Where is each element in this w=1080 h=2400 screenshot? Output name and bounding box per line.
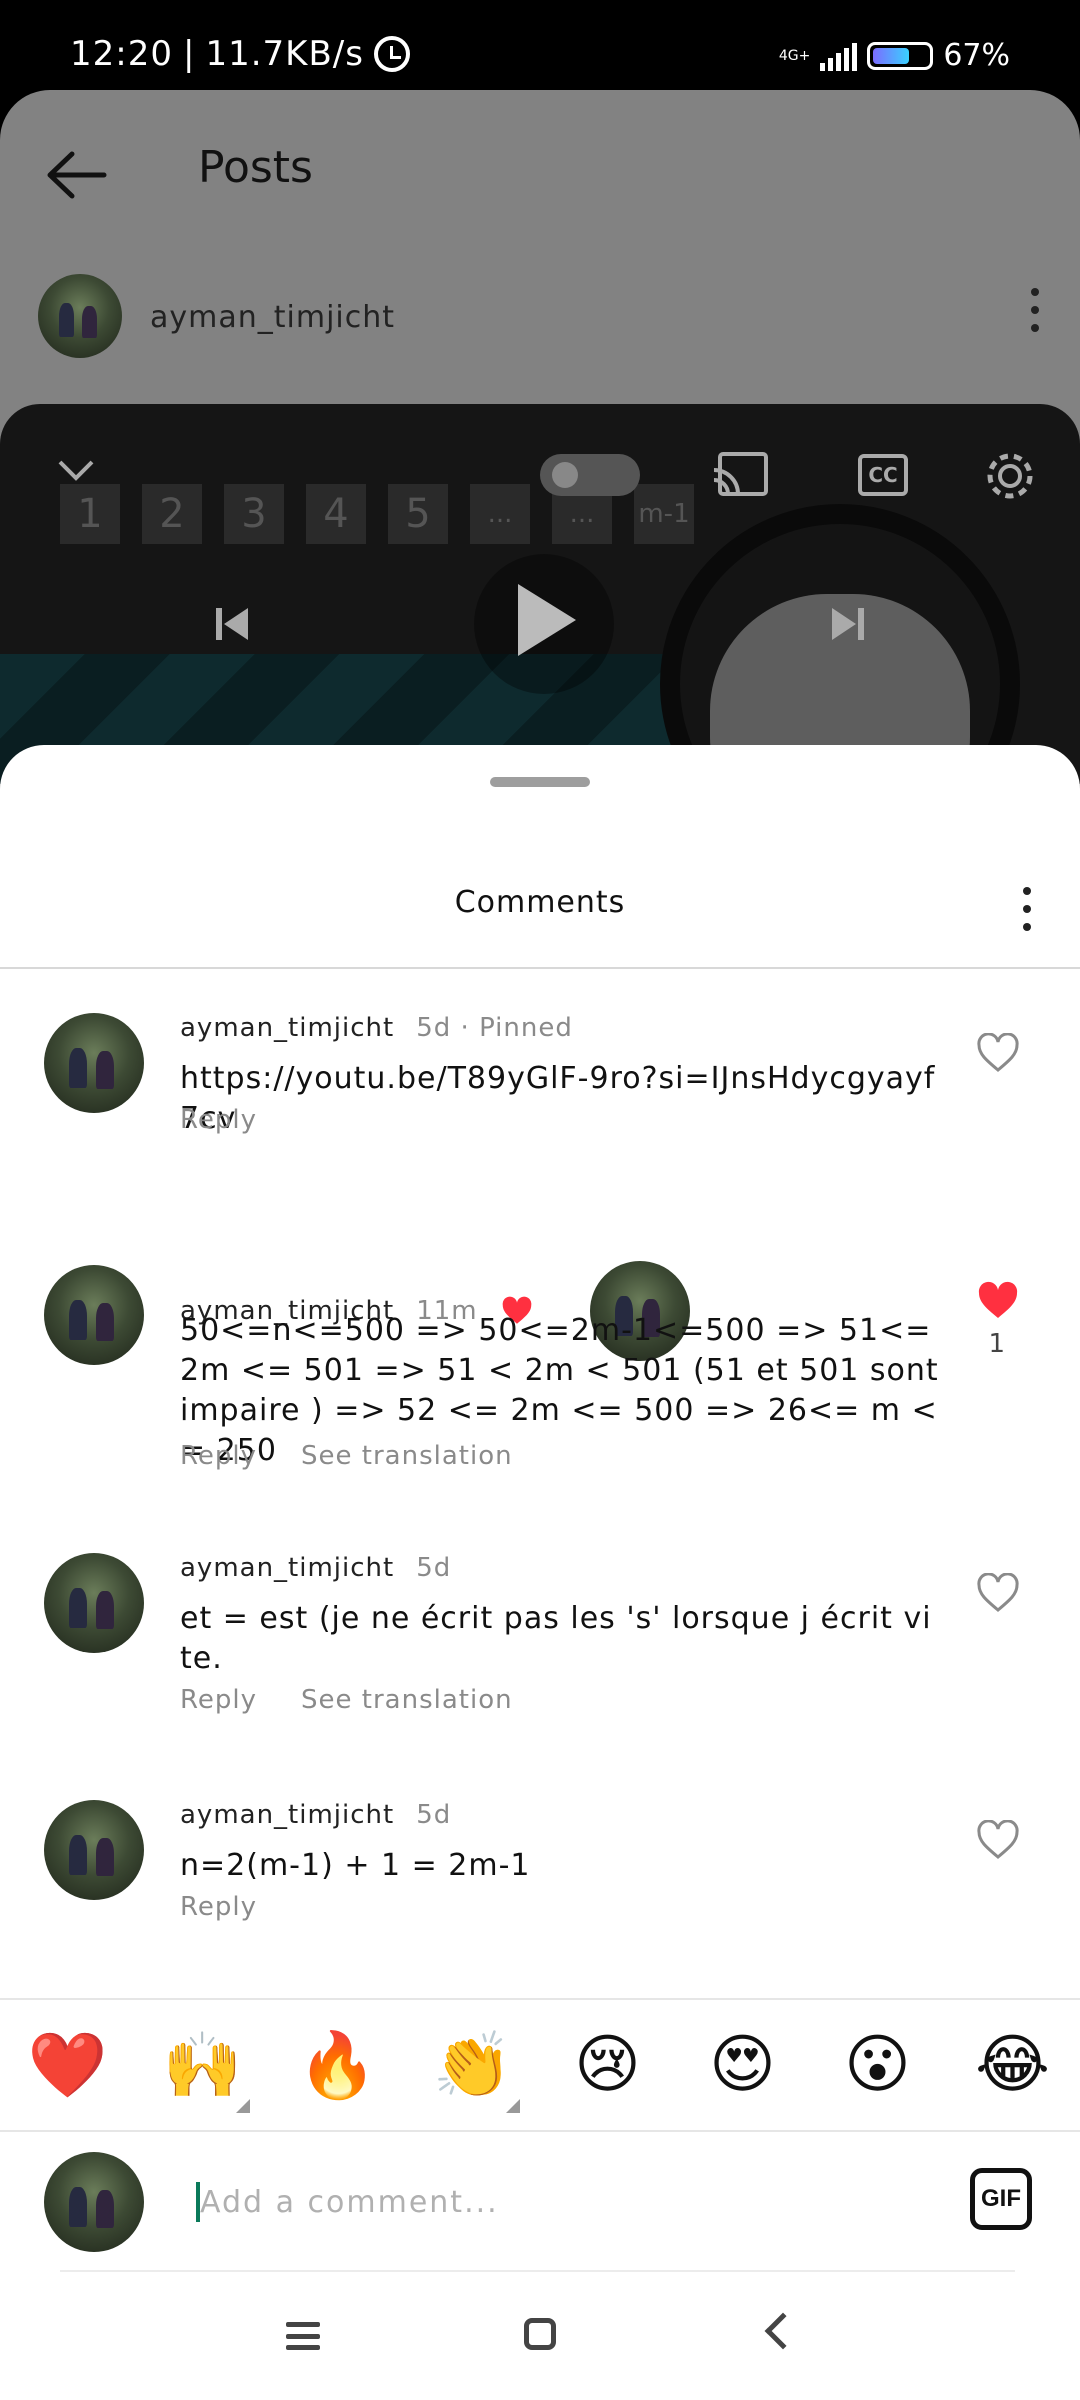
emoji-crying-face[interactable]: 😢 [553, 2028, 663, 2102]
sheet-drag-handle[interactable] [490, 777, 590, 787]
emoji-heart-eyes[interactable]: 😍 [688, 2028, 798, 2102]
emoji-tears-of-joy[interactable]: 😂 [958, 2028, 1068, 2102]
autoplay-toggle[interactable] [540, 454, 640, 496]
emoji-red-heart[interactable]: ❤️ [13, 2028, 123, 2103]
video-number-box: 3 [224, 484, 284, 544]
see-translation-button[interactable]: See translation [301, 1441, 513, 1471]
comment-author[interactable]: ayman_timjicht [180, 1800, 394, 1830]
signal-icon [820, 41, 858, 71]
comment-time: 5d · Pinned [416, 1013, 573, 1043]
battery-icon [867, 41, 934, 70]
network-type: 4G+ [778, 47, 811, 64]
comment-meta: ayman_timjicht 5d [180, 1553, 451, 1583]
skin-tone-indicator [235, 2098, 250, 2113]
status-separator: | [182, 34, 196, 74]
post-more-icon[interactable] [1030, 288, 1040, 332]
alarm-icon [373, 36, 410, 72]
video-number-box: 4 [306, 484, 366, 544]
previous-icon[interactable] [210, 602, 254, 646]
comment-time: 5d [416, 1800, 452, 1830]
see-translation-button[interactable]: See translation [301, 1685, 513, 1715]
author-avatar[interactable] [38, 274, 122, 358]
play-icon [518, 584, 576, 656]
current-user-avatar [44, 2152, 144, 2252]
reply-button[interactable]: Reply [180, 1892, 257, 1922]
recents-menu-icon[interactable] [286, 2322, 320, 2350]
reply-button[interactable]: Reply [180, 1685, 257, 1715]
settings-gear-icon[interactable] [984, 450, 1036, 502]
comment-avatar[interactable] [44, 1265, 144, 1365]
collapse-chevron-icon[interactable] [56, 454, 96, 484]
emoji-fire[interactable]: 🔥 [283, 2028, 393, 2103]
post-author-row: ayman_timjicht [0, 260, 1080, 390]
comment-input[interactable] [200, 2178, 900, 2226]
emoji-reaction-bar: ❤️ 🙌 🔥 👏 😢 😍 😮 😂 [0, 1998, 1080, 2132]
comment-actions: Reply [180, 1892, 257, 1922]
comment-time: 5d [416, 1553, 452, 1583]
comment-input-row: GIF [0, 2132, 1080, 2272]
comment-actions: Reply See translation [180, 1441, 513, 1471]
status-speed: 11.7KB/s [205, 34, 364, 74]
status-right: 4G+ 67% [779, 38, 1010, 73]
comment-actions: Reply See translation [180, 1685, 513, 1715]
video-number-box: 1 [60, 484, 120, 544]
video-player[interactable]: 1 2 3 4 5...... m-1 CC [0, 404, 1080, 784]
like-heart-filled-icon[interactable] [976, 1281, 1020, 1321]
comment-avatar[interactable] [44, 1553, 144, 1653]
sheet-divider [0, 967, 1080, 969]
emoji-clapping-hands[interactable]: 👏 [418, 2028, 528, 2113]
status-time: 12:20 [70, 34, 173, 74]
page-title: Posts [198, 142, 313, 193]
comments-more-icon[interactable] [1022, 887, 1032, 931]
emoji-open-mouth[interactable]: 😮 [823, 2028, 933, 2102]
video-number-box: 2 [142, 484, 202, 544]
comment-author[interactable]: ayman_timjicht [180, 1553, 394, 1583]
status-left: 12:20 | 11.7KB/s [70, 34, 410, 74]
like-heart-outline-icon[interactable] [976, 1033, 1020, 1073]
back-icon[interactable] [764, 2312, 802, 2350]
cast-icon[interactable] [712, 452, 768, 498]
system-nav-bar [0, 2272, 1080, 2400]
battery-percent: 67% [943, 38, 1010, 73]
pinned-label: Pinned [479, 1013, 573, 1043]
comment-meta: ayman_timjicht 5d · Pinned [180, 1013, 573, 1043]
comment-text[interactable]: https://youtu.be/T89yGlF-9ro?si=IJnsHdyc… [180, 1059, 940, 1139]
comment-actions: Reply [180, 1105, 257, 1135]
comment-author[interactable]: ayman_timjicht [180, 1013, 394, 1043]
comment-meta: ayman_timjicht 5d [180, 1800, 451, 1830]
like-count: 1 [988, 1329, 1005, 1359]
home-icon[interactable] [524, 2318, 556, 2350]
captions-button[interactable]: CC [858, 454, 908, 496]
post-author-name[interactable]: ayman_timjicht [150, 300, 395, 335]
like-heart-outline-icon[interactable] [976, 1820, 1020, 1860]
gif-button[interactable]: GIF [970, 2168, 1032, 2230]
video-number-box: ... [470, 484, 530, 544]
next-icon[interactable] [826, 602, 870, 646]
comment-text[interactable]: n=2(m-1) + 1 = 2m-1 [180, 1846, 940, 1886]
comment-avatar[interactable] [44, 1013, 144, 1113]
status-bar: 12:20 | 11.7KB/s 4G+ 67% [0, 0, 1080, 90]
video-number-box: m-1 [634, 484, 694, 544]
reply-button[interactable]: Reply [180, 1105, 257, 1135]
back-arrow-icon[interactable] [42, 140, 112, 210]
video-number-box: 5 [388, 484, 448, 544]
skin-tone-indicator [505, 2098, 520, 2113]
emoji-raising-hands[interactable]: 🙌 [148, 2028, 258, 2113]
like-heart-outline-icon[interactable] [976, 1573, 1020, 1613]
comment-text[interactable]: et = est (je ne écrit pas les 's' lorsqu… [180, 1599, 940, 1679]
comment-avatar[interactable] [44, 1800, 144, 1900]
reply-button[interactable]: Reply [180, 1441, 257, 1471]
comments-title: Comments [454, 885, 626, 920]
